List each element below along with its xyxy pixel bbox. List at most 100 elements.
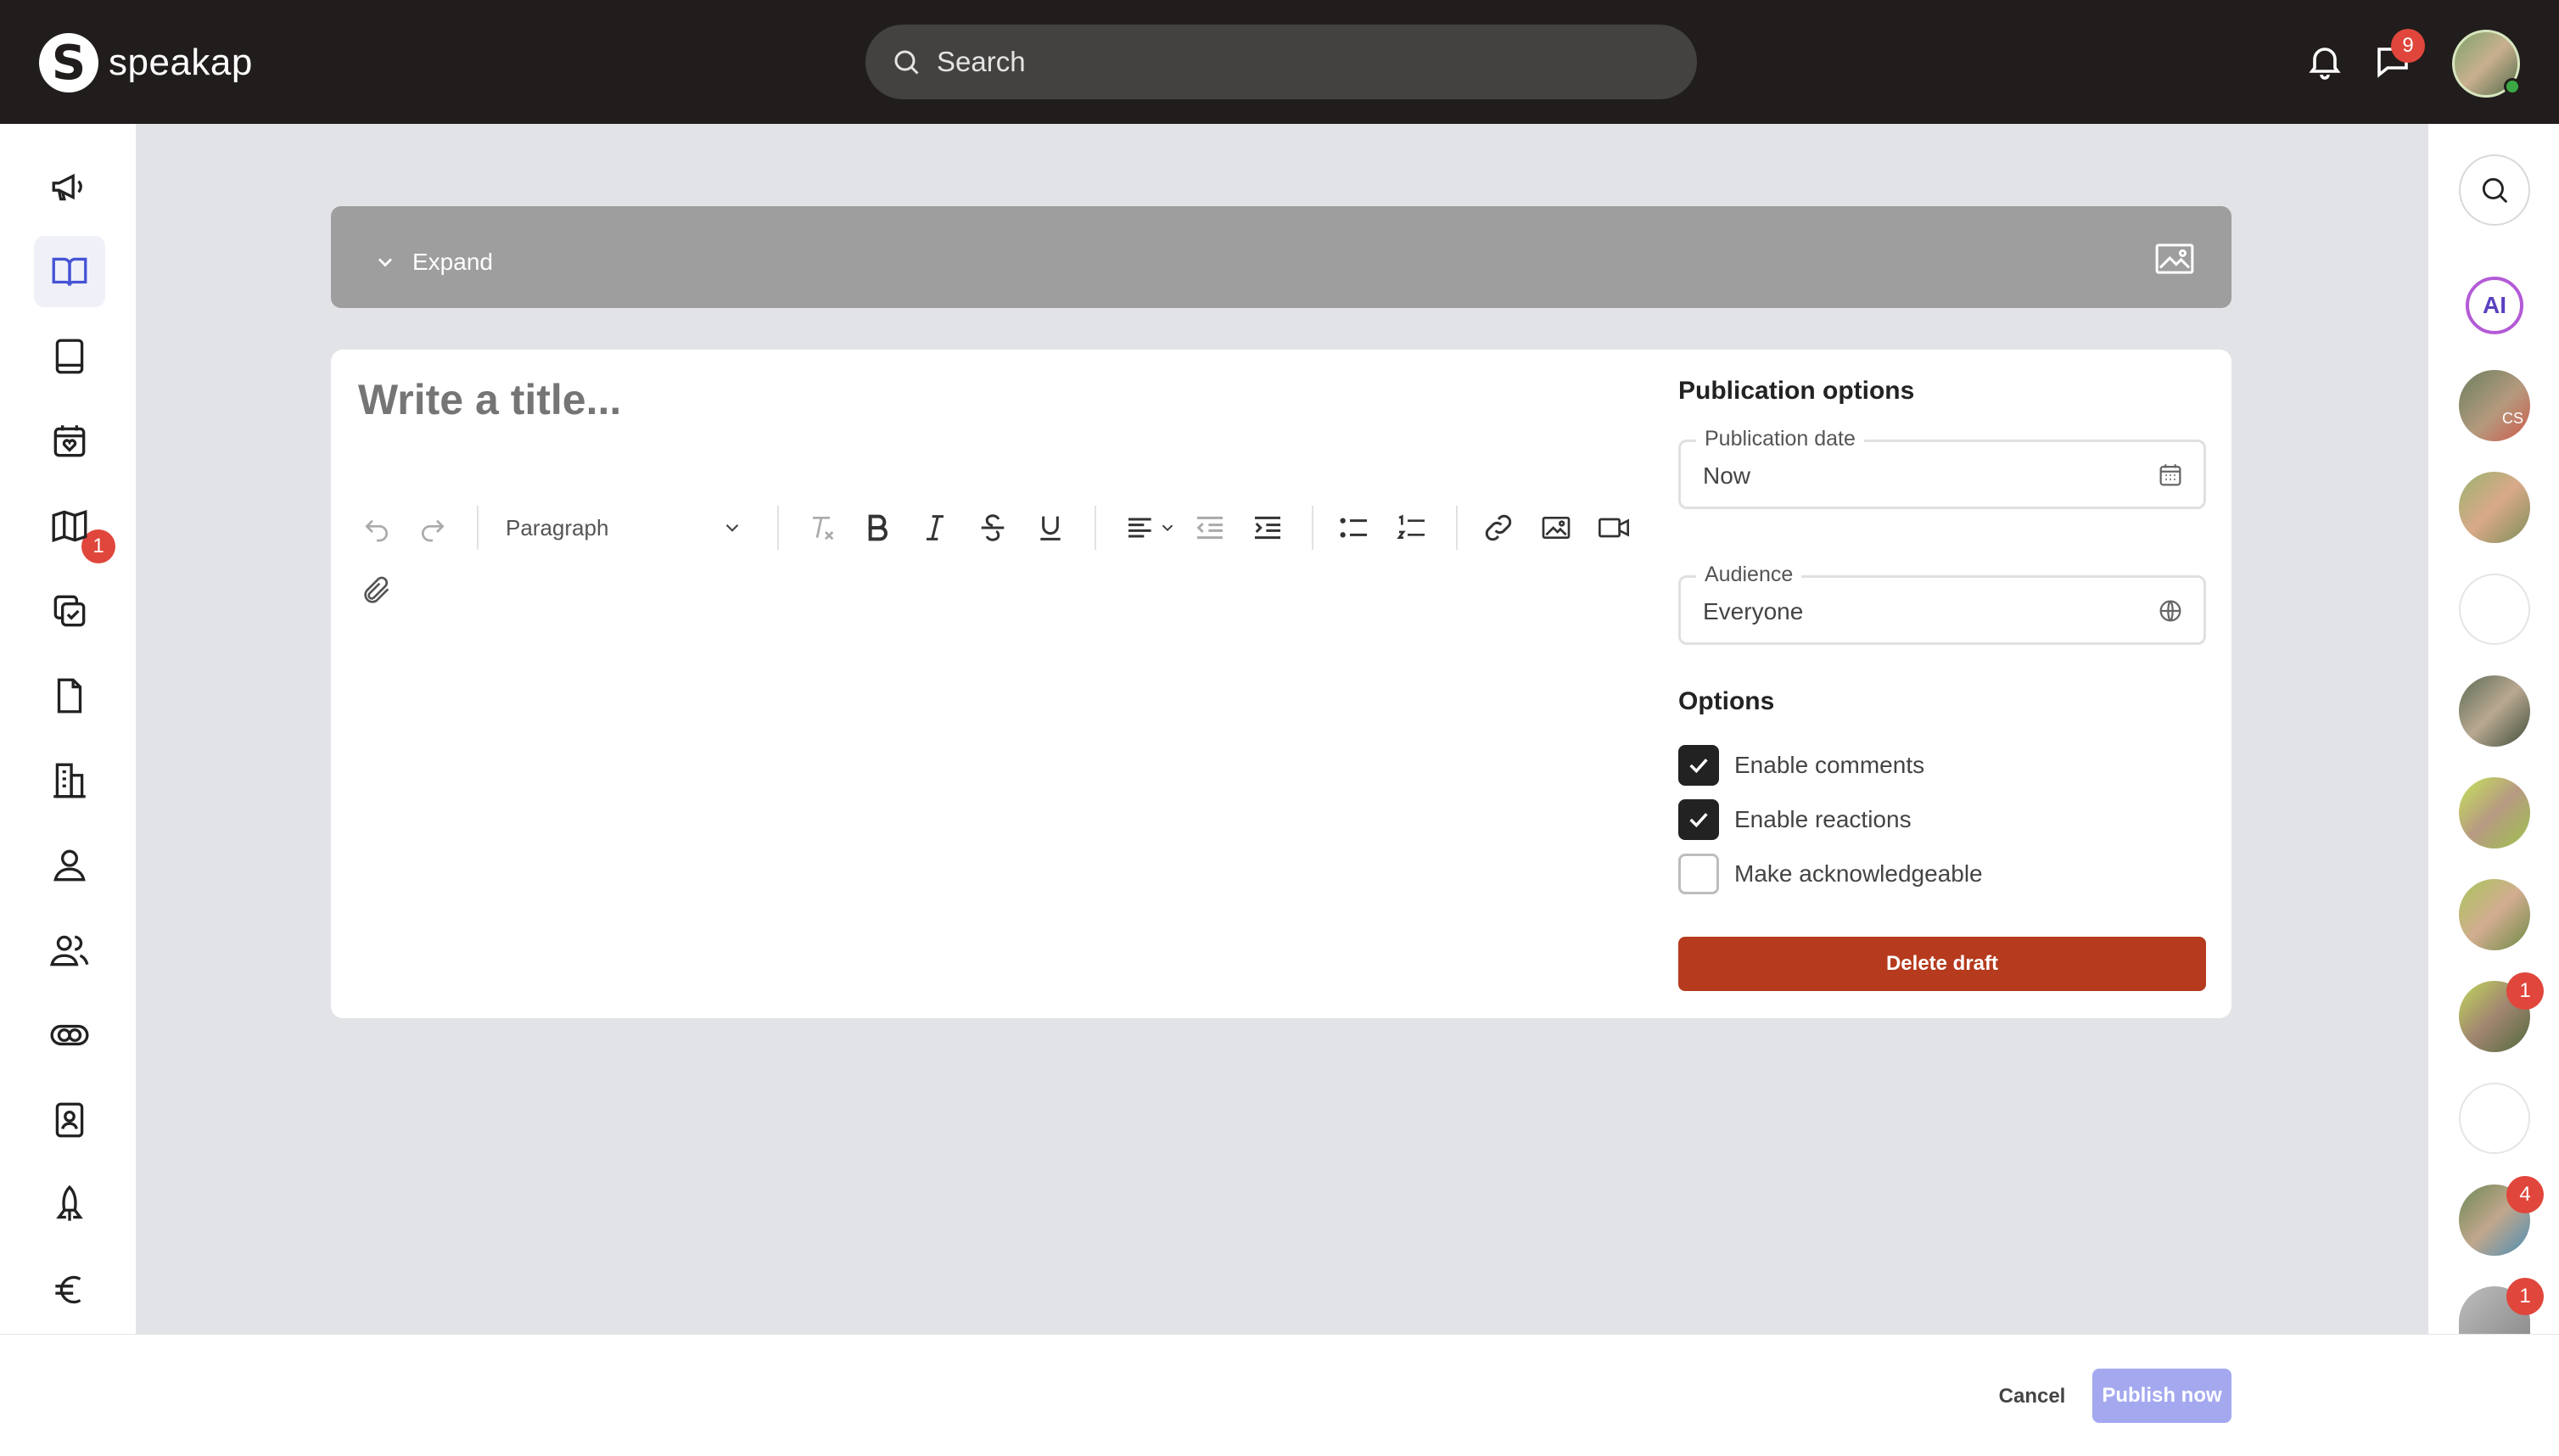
bold-button[interactable]	[857, 507, 898, 548]
toolbar-separator	[477, 506, 479, 550]
expand-button[interactable]: Expand	[373, 249, 493, 276]
editor-toolbar: Paragraph	[356, 501, 1663, 603]
nav-news[interactable]	[34, 151, 105, 222]
insert-image-button[interactable]	[1536, 507, 1576, 548]
checkmark-icon	[1689, 813, 1708, 828]
bullet-list-button[interactable]	[1334, 507, 1375, 548]
enable-reactions-label: Enable reactions	[1734, 806, 1912, 832]
rocket-icon	[56, 1184, 83, 1221]
cancel-button[interactable]: Cancel	[1985, 1370, 2079, 1423]
chevron-down-icon	[1162, 524, 1173, 532]
nav-files[interactable]	[34, 660, 105, 731]
enable-comments-checkbox[interactable]	[1678, 745, 1719, 786]
footer-bar: Cancel Publish now	[0, 1334, 2559, 1456]
chat-avatar-5[interactable]	[2459, 777, 2530, 848]
publication-date-label: Publication date	[1696, 427, 1864, 451]
chat-badge: 9	[2391, 29, 2425, 63]
delete-draft-button[interactable]: Delete draft	[1678, 937, 2206, 991]
outdent-button[interactable]	[1190, 507, 1230, 548]
chat-avatar-3[interactable]	[2459, 574, 2530, 645]
audience-value: Everyone	[1703, 598, 1804, 624]
clear-format-button[interactable]	[801, 507, 842, 548]
nav-knowledge[interactable]	[34, 236, 105, 307]
post-title-input[interactable]	[358, 375, 1631, 424]
ai-assistant-button[interactable]: AI	[2466, 277, 2523, 334]
cover-image-area[interactable]: Expand	[331, 206, 2231, 308]
avatar-initials: CS	[2501, 410, 2523, 427]
expand-label: Expand	[412, 249, 493, 275]
strikethrough-button[interactable]	[972, 507, 1013, 548]
publication-options-panel: Publication options Publication date Now…	[1678, 350, 2230, 1018]
publication-date-value: Now	[1703, 462, 1751, 489]
nav-onboarding[interactable]	[34, 1169, 105, 1240]
people-icon	[50, 935, 89, 966]
map-icon	[52, 510, 87, 542]
redo-icon	[422, 519, 445, 542]
insert-video-button[interactable]	[1593, 507, 1634, 548]
audience-field[interactable]: Audience Everyone	[1678, 563, 2206, 645]
chat-avatar-2[interactable]	[2459, 472, 2530, 543]
bell-icon[interactable]	[2304, 41, 2345, 81]
chat-avatar-1[interactable]: CS	[2459, 370, 2530, 441]
nav-groups[interactable]	[34, 915, 105, 986]
nav-directory[interactable]	[34, 1084, 105, 1156]
calendar-icon[interactable]	[2156, 461, 2185, 490]
buildings-icon	[53, 763, 86, 798]
person-icon	[53, 849, 86, 882]
make-acknowledgeable-checkbox[interactable]	[1678, 854, 1719, 894]
globe-icon[interactable]	[2156, 596, 2185, 625]
align-dropdown[interactable]	[1117, 507, 1184, 548]
search-placeholder: Search	[937, 46, 1026, 77]
toolbar-separator	[777, 506, 779, 550]
make-acknowledgeable-option[interactable]: Make acknowledgeable	[1678, 854, 1983, 894]
online-status-dot	[2504, 78, 2521, 95]
left-sidebar: 1	[0, 124, 136, 1334]
indent-button[interactable]	[1247, 507, 1288, 548]
speakap-logo[interactable]: S speakap	[39, 31, 253, 95]
paperclip-icon	[364, 576, 389, 603]
megaphone-icon	[52, 173, 82, 201]
image-icon[interactable]	[2155, 244, 2194, 274]
chat-avatar-10-badge: 1	[2506, 1278, 2544, 1315]
block-style-value: Paragraph	[506, 514, 609, 540]
nav-toggles[interactable]	[34, 1000, 105, 1071]
right-rail: AI CS 1 4 1	[2428, 124, 2559, 1334]
undo-icon	[365, 519, 388, 542]
enable-reactions-checkbox[interactable]	[1678, 799, 1719, 840]
nav-map[interactable]	[34, 490, 105, 562]
link-icon	[1485, 514, 1512, 541]
publication-date-field[interactable]: Publication date Now	[1678, 427, 2206, 509]
clear-format-icon	[813, 517, 834, 540]
italic-button[interactable]	[915, 507, 955, 548]
id-badge-icon	[55, 1102, 84, 1138]
publish-now-button[interactable]: Publish now	[2092, 1369, 2231, 1423]
underline-button[interactable]	[1030, 507, 1071, 548]
nav-payroll[interactable]	[34, 1254, 105, 1325]
numbered-list-button[interactable]	[1391, 507, 1432, 548]
undo-button[interactable]	[356, 507, 397, 548]
enable-reactions-option[interactable]: Enable reactions	[1678, 799, 1912, 840]
redo-button[interactable]	[412, 507, 453, 548]
link-button[interactable]	[1478, 507, 1519, 548]
chat-avatar-4[interactable]	[2459, 675, 2530, 747]
open-book-icon	[52, 257, 87, 286]
checkmark-icon	[1689, 759, 1708, 774]
bullet-list-icon	[1340, 518, 1367, 538]
chat-avatar-9-badge: 4	[2506, 1176, 2544, 1213]
chat-avatar-6[interactable]	[2459, 879, 2530, 950]
chevron-down-icon	[378, 258, 392, 267]
rail-search-button[interactable]	[2459, 154, 2530, 226]
document-icon	[57, 678, 82, 714]
attach-file-button[interactable]	[356, 570, 397, 611]
nav-organization[interactable]	[34, 745, 105, 816]
nav-events[interactable]	[34, 406, 105, 477]
enable-comments-option[interactable]: Enable comments	[1678, 745, 1924, 786]
nav-handbook[interactable]	[34, 321, 105, 392]
nav-profile[interactable]	[34, 830, 105, 901]
block-style-select[interactable]: Paragraph	[506, 507, 743, 548]
chat-avatar-8[interactable]	[2459, 1083, 2530, 1154]
underline-icon	[1040, 516, 1061, 540]
euro-icon	[55, 1275, 81, 1304]
nav-tasks[interactable]	[34, 575, 105, 647]
search-input[interactable]: Search	[865, 25, 1697, 99]
